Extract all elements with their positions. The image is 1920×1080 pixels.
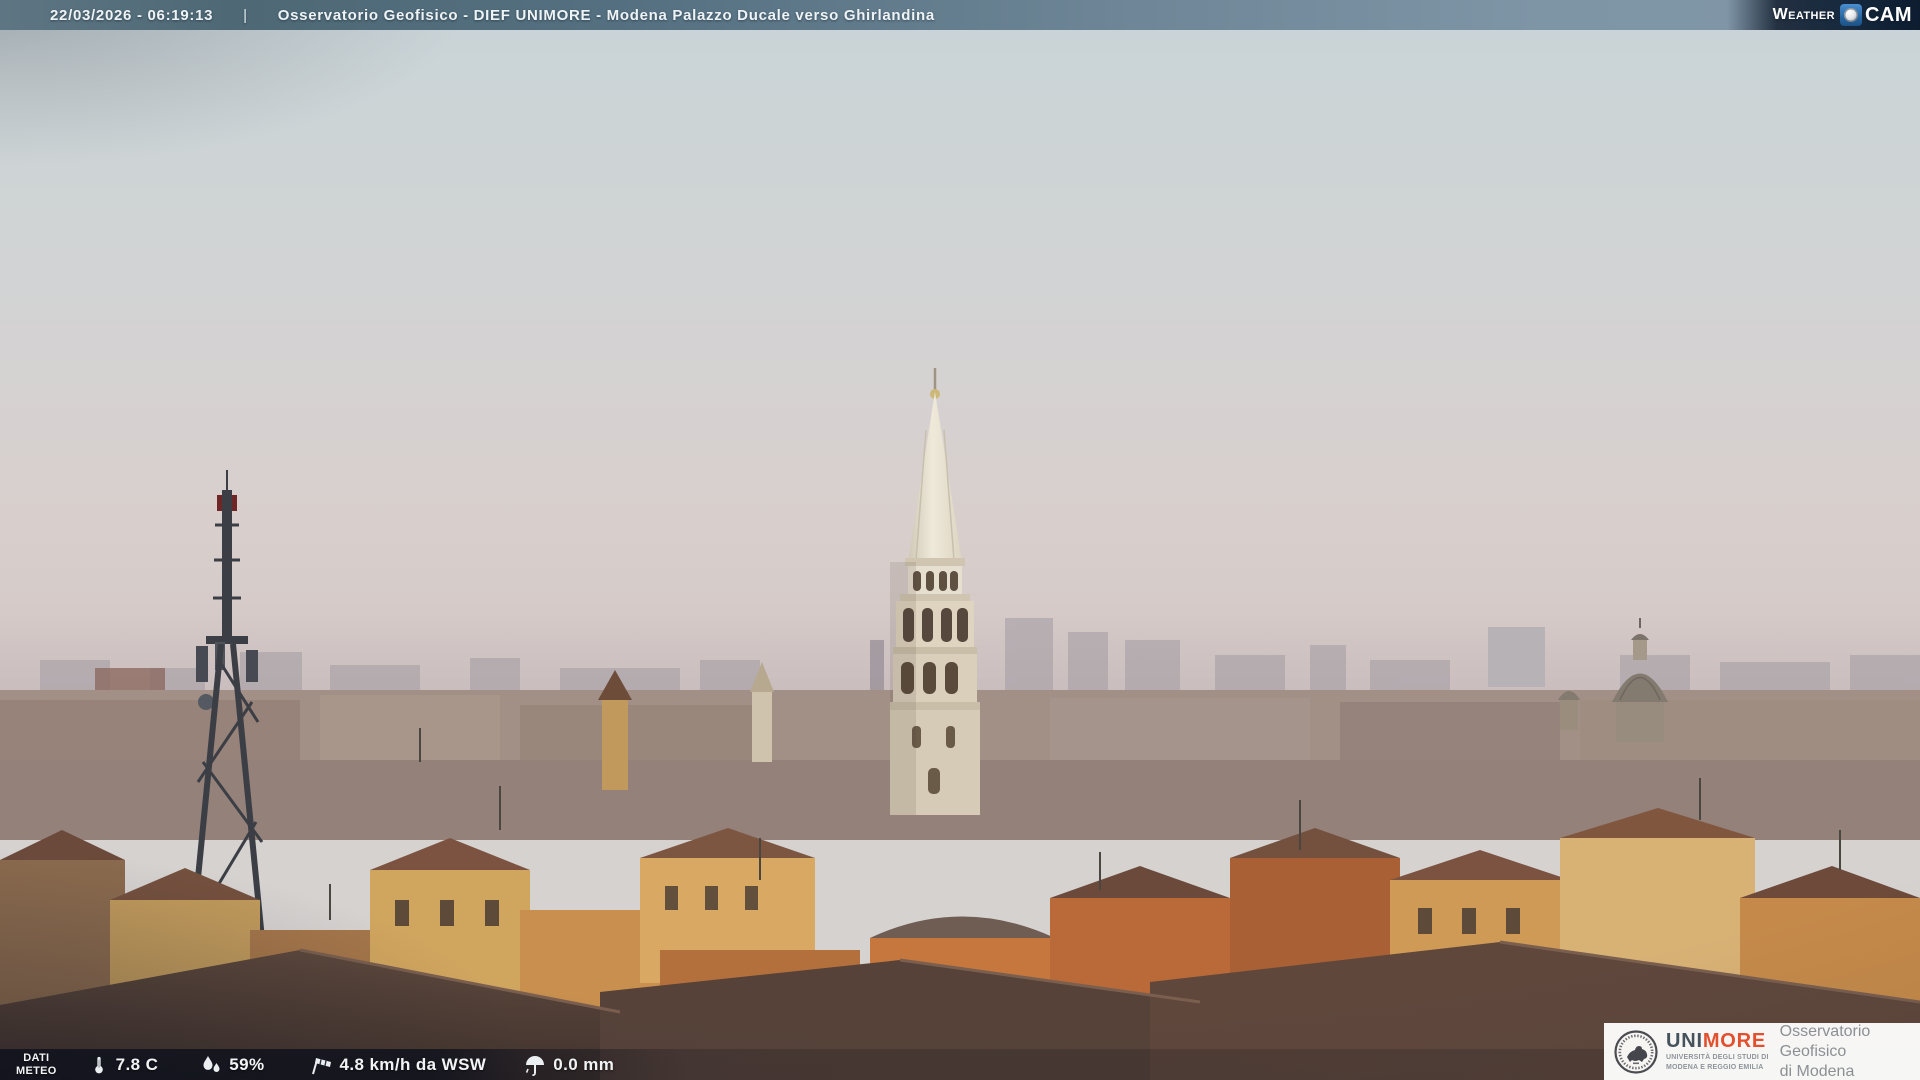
unimore-subtitle-line2: MODENA E REGGIO EMILIA (1666, 1063, 1764, 1071)
temperature-readout: 7.8 C (89, 1054, 159, 1076)
rain-readout: 0.0 mm (524, 1054, 614, 1076)
unimore-logo-box: UNIMORE UNIVERSITÀ DEGLI STUDI DI MODENA… (1604, 1023, 1920, 1080)
separator: | (243, 6, 248, 24)
wind-value: 4.8 km/h da WSW (339, 1054, 487, 1074)
unimore-crest-icon (1614, 1029, 1658, 1074)
weathercam-cam-label: CAM (1864, 3, 1912, 26)
weather-data-label: DATI METEO (16, 1052, 57, 1077)
unimore-wordmark: UNIMORE UNIVERSITÀ DEGLI STUDI DI MODENA… (1666, 1031, 1769, 1071)
observatory-name: Osservatorio Geofisico di Modena (1780, 1022, 1912, 1080)
weather-data-label-line1: DATI (23, 1051, 50, 1064)
webcam-photo (0, 0, 1920, 1080)
top-info-bar: 22/03/2026 - 06:19:13 | Osservatorio Geo… (0, 0, 1920, 30)
thermometer-icon (94, 1056, 103, 1073)
rain-icon (526, 1055, 545, 1076)
weathercam-weather-label: Weather (1772, 6, 1835, 23)
unimore-subtitle: UNIVERSITÀ DEGLI STUDI DI MODENA E REGGI… (1666, 1053, 1769, 1071)
observatory-name-line2: di Modena (1779, 1062, 1855, 1080)
unimore-wordmark-more: MORE (1702, 1030, 1767, 1053)
humidity-icon (203, 1055, 220, 1072)
weathercam-globe-icon (1843, 8, 1858, 22)
wind-icon (311, 1057, 331, 1074)
camera-title: Osservatorio Geofisico - DIEF UNIMORE - … (277, 6, 935, 24)
wind-readout: 4.8 km/h da WSW (309, 1054, 487, 1076)
observatory-name-line1: Osservatorio Geofisico (1779, 1022, 1871, 1060)
humidity-readout: 59% (200, 1054, 264, 1076)
webcam-viewer: 22/03/2026 - 06:19:13 | Osservatorio Geo… (0, 0, 1920, 1080)
rain-value: 0.0 mm (553, 1054, 615, 1074)
unimore-wordmark-uni: UNI (1666, 1030, 1703, 1053)
temperature-value: 7.8 C (115, 1054, 159, 1074)
unimore-subtitle-line1: UNIVERSITÀ DEGLI STUDI DI (1666, 1054, 1769, 1062)
timestamp: 22/03/2026 - 06:19:13 (50, 6, 214, 24)
weather-data-label-line2: METEO (16, 1064, 57, 1077)
weathercam-badge (1839, 4, 1862, 26)
weathercam-logo: Weather CAM (1726, 0, 1920, 30)
humidity-value: 59% (229, 1054, 265, 1074)
